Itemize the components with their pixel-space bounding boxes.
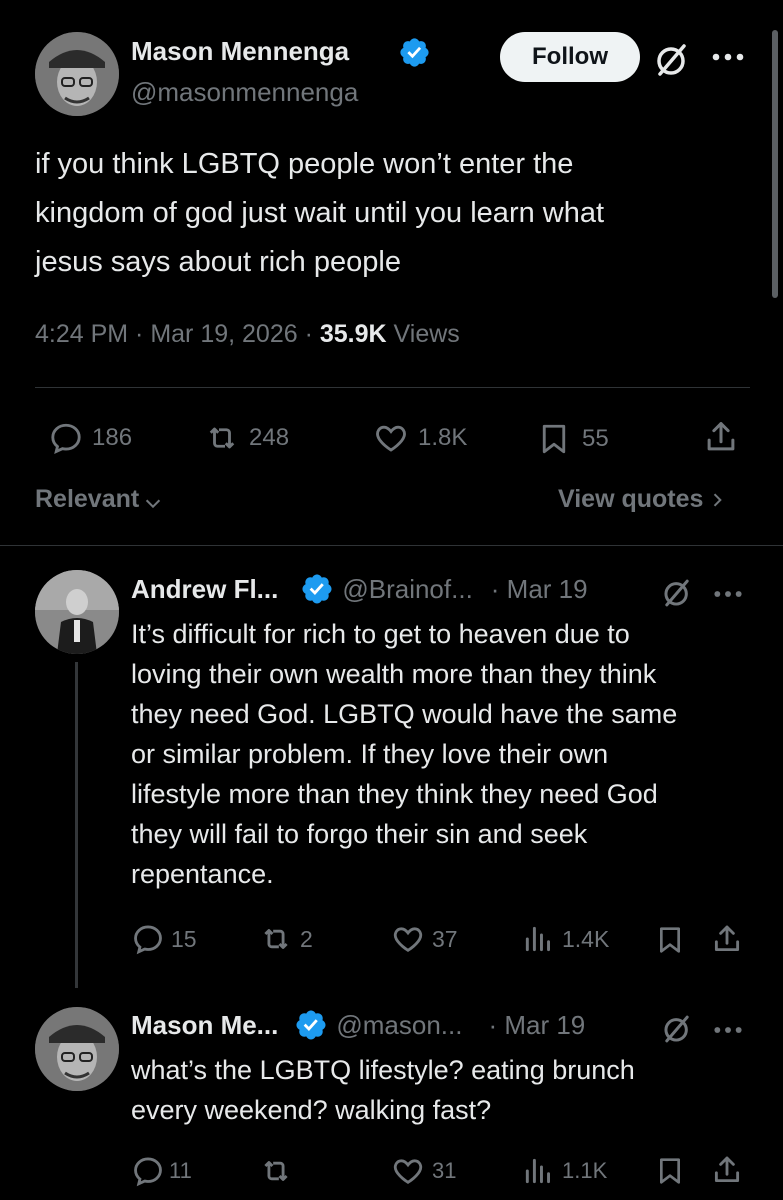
repost-count: 2	[300, 925, 313, 952]
repost-icon	[264, 1161, 288, 1181]
views-button[interactable]: 1.1K	[522, 1154, 607, 1188]
like-button[interactable]: 37	[390, 922, 458, 956]
reply-text-line: repentance.	[131, 859, 274, 889]
divider	[0, 545, 783, 546]
like-count: 1.8K	[418, 424, 468, 451]
like-icon	[393, 1159, 423, 1184]
author-avatar[interactable]	[35, 32, 119, 116]
reply-count: 11	[169, 1158, 192, 1183]
reply-icon	[134, 1157, 162, 1187]
verified-badge-icon	[398, 36, 431, 74]
sort-dropdown[interactable]: Relevant	[35, 485, 164, 514]
reply-text-line: loving their own wealth more than they t…	[131, 659, 657, 689]
reply-text: It’s difficult for rich to get to heaven…	[131, 614, 771, 894]
share-icon	[707, 422, 735, 451]
like-icon	[376, 425, 406, 452]
reply-author-handle[interactable]: @mason...	[336, 1010, 462, 1041]
reply-avatar[interactable]	[35, 570, 119, 654]
bookmark-button[interactable]	[654, 1153, 686, 1189]
reply-author-name[interactable]: Mason Me...	[131, 1010, 278, 1041]
views-count: 1.4K	[562, 925, 610, 952]
reply-author-handle[interactable]: @Brainof...	[342, 574, 472, 605]
reply-count: 15	[171, 925, 197, 952]
sort-label: Relevant	[35, 485, 140, 513]
like-button[interactable]: 31	[390, 1154, 456, 1188]
reply-button[interactable]: 11	[131, 1154, 192, 1188]
view-quotes-label: View quotes	[558, 485, 704, 513]
reply-text-line: lifestyle more than they think they need…	[131, 779, 658, 809]
share-button[interactable]	[710, 1152, 744, 1188]
like-button[interactable]: 1.8K	[372, 420, 467, 456]
reply-date[interactable]: · Mar 19	[488, 1010, 585, 1041]
reply-text-line: It’s difficult for rich to get to heaven…	[131, 619, 630, 649]
bookmark-icon	[660, 1158, 680, 1184]
reply-text-line: what’s the LGBTQ lifestyle? eating brunc…	[131, 1055, 635, 1085]
tweet-text-line: if you think LGBTQ people won’t enter th…	[35, 148, 574, 180]
reply-count: 186	[92, 424, 133, 451]
chevron-down-icon	[146, 499, 161, 508]
grok-icon[interactable]	[660, 1012, 694, 1051]
verified-badge-icon	[300, 572, 334, 606]
verified-badge-icon	[294, 1008, 328, 1042]
reply-author-name[interactable]: Andrew Fl...	[131, 574, 278, 605]
reply-header: Andrew Fl... @Brainof... · Mar 19	[131, 572, 588, 606]
grok-icon[interactable]	[660, 576, 694, 615]
views-icon	[525, 1158, 550, 1184]
repost-count: 248	[249, 424, 290, 451]
like-count: 31	[432, 1158, 457, 1183]
views-count: 1.1K	[562, 1158, 608, 1183]
more-icon[interactable]	[712, 1023, 744, 1041]
like-icon	[393, 927, 423, 952]
share-button[interactable]	[702, 418, 740, 456]
views-count: 35.9K	[319, 320, 387, 348]
more-icon[interactable]	[712, 587, 744, 605]
views-icon	[525, 926, 550, 952]
like-count: 37	[432, 925, 458, 952]
repost-button[interactable]	[258, 1154, 298, 1188]
reply-text-line: or similar problem. If they love their o…	[131, 739, 609, 769]
reply-button[interactable]: 186	[48, 420, 132, 456]
reply-button[interactable]: 15	[131, 922, 197, 956]
tweet-text-line: jesus says about rich people	[35, 246, 401, 278]
tweet-date[interactable]: Mar 19, 2026	[150, 320, 297, 348]
divider	[35, 387, 750, 388]
bookmark-button[interactable]: 55	[536, 420, 609, 458]
tweet-meta: 4:24 PM · Mar 19, 2026 · 35.9K Views	[35, 320, 460, 348]
scrollbar[interactable]	[772, 30, 778, 298]
views-label: Views	[393, 320, 460, 348]
share-button[interactable]	[710, 921, 744, 957]
chevron-right-icon	[714, 492, 723, 507]
bookmark-button[interactable]	[654, 922, 686, 958]
reply-text-line: every weekend? walking fast?	[131, 1095, 492, 1125]
repost-button[interactable]: 248	[203, 420, 289, 456]
repost-icon	[209, 427, 235, 449]
repost-button[interactable]: 2	[258, 922, 313, 956]
bookmark-icon	[542, 424, 566, 454]
tweet-text: if you think LGBTQ people won’t enter th…	[35, 140, 755, 287]
tweet-text-line: kingdom of god just wait until you learn…	[35, 197, 605, 229]
follow-button[interactable]: Follow	[500, 32, 640, 82]
reply-icon	[51, 423, 81, 455]
author-handle[interactable]: @masonmennenga	[131, 77, 358, 108]
bookmark-icon	[660, 927, 680, 953]
reply-text: what’s the LGBTQ lifestyle? eating brunc…	[131, 1050, 771, 1130]
thread-line	[75, 662, 78, 988]
share-icon	[714, 925, 740, 952]
share-icon	[714, 1156, 740, 1183]
more-icon[interactable]	[710, 50, 746, 68]
tweet-time[interactable]: 4:24 PM	[35, 320, 128, 348]
author-name[interactable]: Mason Mennenga	[131, 36, 349, 67]
reply-icon	[134, 925, 162, 955]
reply-header: Mason Me... @mason... · Mar 19	[131, 1008, 585, 1042]
grok-icon[interactable]	[652, 40, 692, 85]
views-button[interactable]: 1.4K	[522, 922, 609, 956]
reply-text-line: they will fail to forgo their sin and se…	[131, 819, 588, 849]
reply-date[interactable]: · Mar 19	[491, 574, 588, 605]
reply-avatar[interactable]	[35, 1007, 119, 1091]
view-quotes-link[interactable]: View quotes	[558, 485, 727, 514]
repost-icon	[264, 929, 288, 949]
bookmark-count: 55	[582, 425, 609, 452]
reply-text-line: they need God. LGBTQ would have the same	[131, 699, 678, 729]
